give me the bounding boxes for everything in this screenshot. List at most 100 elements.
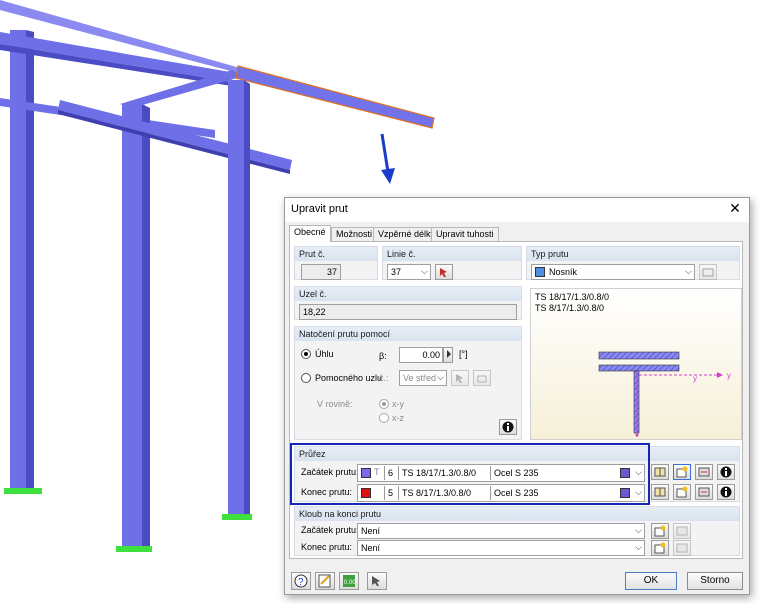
pick-node-button[interactable] xyxy=(451,370,469,386)
pick-cursor-icon xyxy=(440,268,447,277)
column-back-left xyxy=(10,30,26,492)
new-node-button[interactable] xyxy=(473,370,491,386)
hinge-start-select[interactable]: Není ⌵ xyxy=(357,523,645,539)
flange-top xyxy=(598,351,680,360)
edit-sheet-button[interactable] xyxy=(315,572,335,590)
hinge-start-new-button[interactable] xyxy=(651,523,669,539)
axis-y-label-2: y xyxy=(727,371,731,380)
helper-node-label: Pomocného uzlu xyxy=(315,373,383,383)
svg-text:0.00: 0.00 xyxy=(344,580,356,586)
pick-member-button[interactable] xyxy=(367,572,387,590)
edit-hinge-icon xyxy=(676,526,688,536)
beta-arrow-button[interactable] xyxy=(443,347,453,363)
column-right xyxy=(228,80,244,518)
tab-options[interactable]: Možnosti xyxy=(331,227,378,241)
hinge-end-edit-button[interactable] xyxy=(673,540,691,556)
edit-member-type-button[interactable] xyxy=(699,264,717,280)
cross-beam xyxy=(58,100,292,170)
tab-buckling-lengths[interactable]: Vzpěrné délky xyxy=(373,227,441,241)
member-type-color-swatch xyxy=(535,267,545,277)
cs-end-new-button[interactable] xyxy=(673,484,691,500)
cs-library-button[interactable] xyxy=(651,464,669,480)
cs-info-button[interactable] xyxy=(717,464,735,480)
tab-modify-stiffness[interactable]: Upravit tuhosti xyxy=(431,227,499,241)
beta-label: β: xyxy=(379,351,387,361)
plane-label: V rovině: xyxy=(317,399,353,409)
new-section-icon xyxy=(676,466,688,478)
cancel-button[interactable]: Storno xyxy=(687,572,743,590)
chevron-down-icon: ⌵ xyxy=(635,525,642,535)
beta-input[interactable]: 0.00 xyxy=(399,347,443,363)
angle-label: Úhlu xyxy=(315,349,334,359)
cs-end-info-button[interactable] xyxy=(717,484,735,500)
roof-beam-upper-side xyxy=(0,44,232,86)
line-no-select[interactable]: 37 ⌵ xyxy=(387,264,431,280)
cs-end-library-button[interactable] xyxy=(651,484,669,500)
radio-plane-xz[interactable] xyxy=(379,413,389,423)
member-type-select[interactable]: Nosník ⌵ xyxy=(531,264,695,280)
radio-angle[interactable] xyxy=(301,349,311,359)
column-right-side xyxy=(244,80,250,518)
section-drawing: y y xyxy=(598,351,731,437)
arrow-right-icon xyxy=(447,350,451,358)
beta-unit: [°] xyxy=(459,349,468,359)
pick-cursor-icon xyxy=(456,374,463,383)
plane-xz-label: x-z xyxy=(392,413,404,423)
close-icon[interactable]: ✕ xyxy=(727,200,743,217)
helper-no-label: č.: xyxy=(379,373,389,383)
hinge-group: Kloub na konci prutu Začátek prutu: Není… xyxy=(294,506,740,556)
new-section-icon xyxy=(676,486,688,498)
member-no-group: Prut č. 37 xyxy=(294,246,378,280)
member-no-field[interactable]: 37 xyxy=(301,264,341,280)
axis-y-label-1: y xyxy=(693,374,697,383)
cross-beam-edge xyxy=(58,110,290,174)
member-type-label: Typ prutu xyxy=(527,247,739,261)
units-decimal-icon: 0.00 xyxy=(343,575,356,587)
edit-sheet-icon xyxy=(318,574,331,588)
support-middle xyxy=(116,546,152,552)
chevron-down-icon: ⌵ xyxy=(685,266,692,276)
cs-new-button[interactable] xyxy=(673,464,691,480)
rotation-label: Natočení prutu pomocí xyxy=(295,327,521,341)
info-button[interactable] xyxy=(499,419,517,435)
arrow-shaft xyxy=(380,133,390,173)
cs-end-edit-button[interactable] xyxy=(695,484,713,500)
radio-helper-node[interactable] xyxy=(301,373,311,383)
units-button[interactable]: 0.00 xyxy=(339,572,359,590)
chevron-down-icon: ⌵ xyxy=(635,542,642,552)
member-type-group: Typ prutu Nosník ⌵ xyxy=(526,246,740,280)
centroid-marker xyxy=(635,433,639,437)
new-node-icon xyxy=(477,375,487,383)
column-middle-side xyxy=(142,104,150,550)
pick-member-icon xyxy=(372,576,380,586)
help-button[interactable]: ? xyxy=(291,572,311,590)
edit-icon xyxy=(702,268,714,277)
chevron-down-icon: ⌵ xyxy=(421,266,428,276)
info-icon xyxy=(502,421,514,433)
selected-member[interactable] xyxy=(235,65,435,129)
radio-plane-xy[interactable] xyxy=(379,399,389,409)
hinge-start-label: Začátek prutu: xyxy=(301,525,359,535)
tab-general[interactable]: Obecné xyxy=(289,225,331,242)
edit-hinge-icon xyxy=(676,543,688,553)
pick-line-button[interactable] xyxy=(435,264,453,280)
cross-section-highlight-frame xyxy=(290,443,650,505)
cs-edit-button[interactable] xyxy=(695,464,713,480)
helper-node-select[interactable]: Ve střed ⌵ xyxy=(399,370,447,386)
column-middle xyxy=(122,104,142,550)
edit-section-icon xyxy=(698,467,710,477)
support-right xyxy=(222,514,252,520)
help-icon: ? xyxy=(294,574,308,588)
dialog-title: Upravit prut xyxy=(291,203,348,215)
info-icon xyxy=(720,486,732,498)
new-hinge-icon xyxy=(654,542,666,554)
rotation-group: Natočení prutu pomocí Úhlu β: 0.00 [°] P… xyxy=(294,326,522,440)
node-no-field[interactable]: 18,22 xyxy=(299,304,517,320)
hinge-start-edit-button[interactable] xyxy=(673,523,691,539)
axis-arrow-icon xyxy=(717,372,723,378)
line-no-value: 37 xyxy=(391,267,402,277)
hinge-end-select[interactable]: Není ⌵ xyxy=(357,540,645,556)
node-no-label: Uzel č. xyxy=(295,287,521,301)
ok-button[interactable]: OK xyxy=(625,572,677,590)
hinge-end-new-button[interactable] xyxy=(651,540,669,556)
